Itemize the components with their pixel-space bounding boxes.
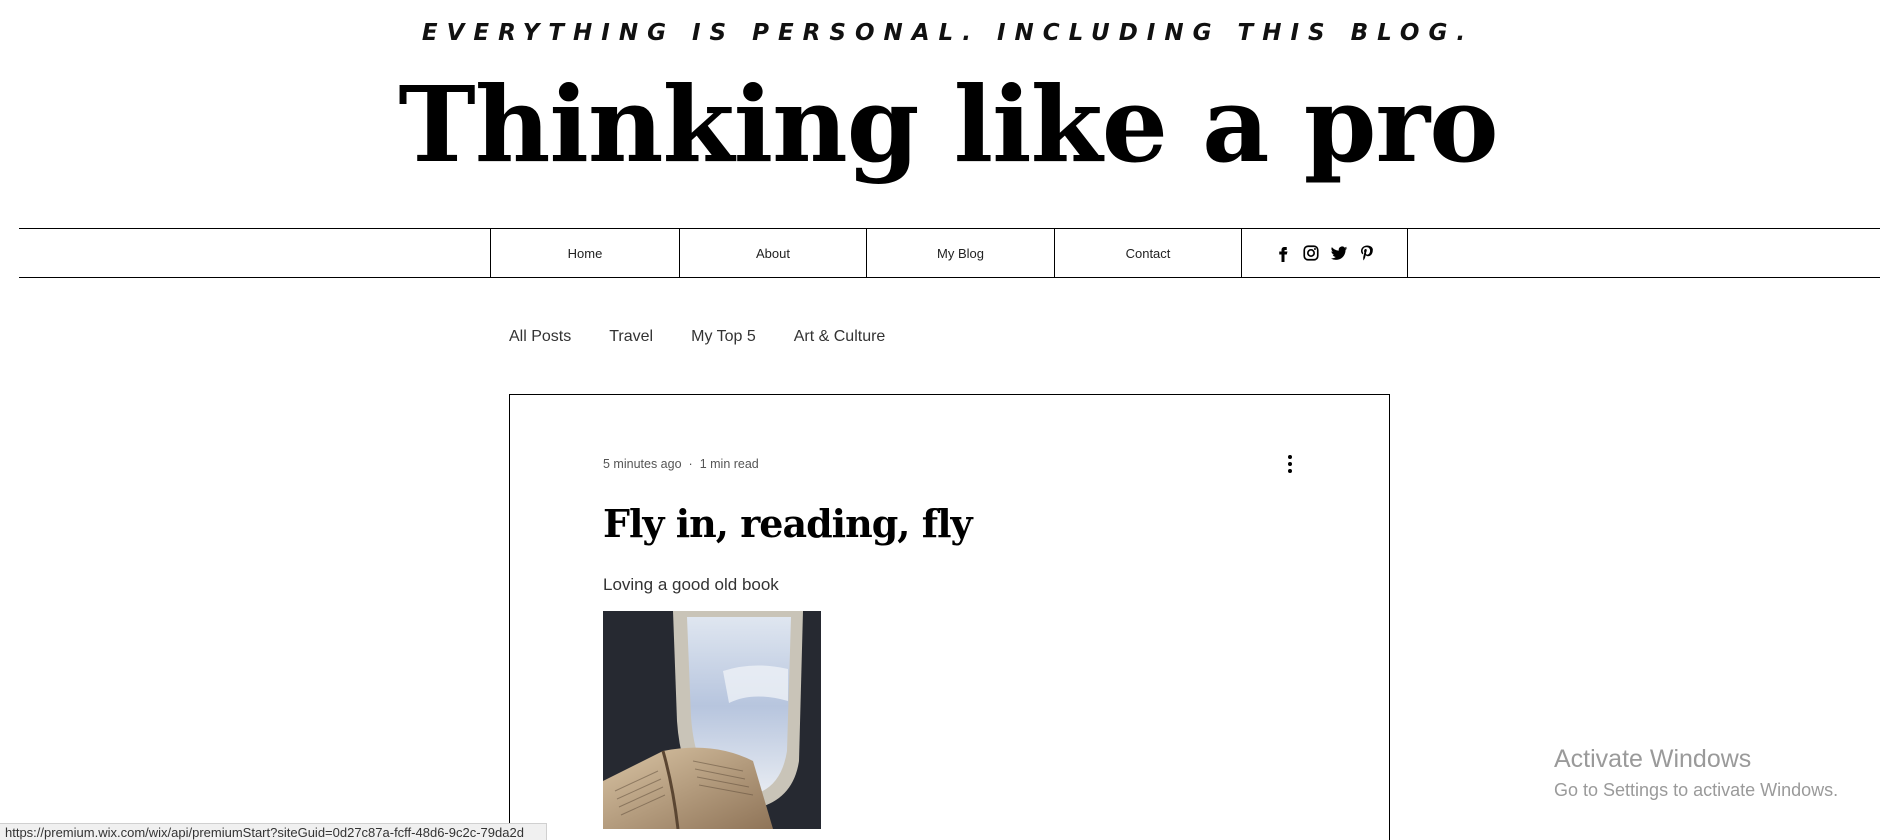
- menu-item-my-blog[interactable]: My Blog: [866, 228, 1054, 278]
- post-subtitle: Loving a good old book: [603, 575, 779, 594]
- status-bar-url: https://premium.wix.com/wix/api/premiumS…: [0, 823, 547, 840]
- category-menu: All Posts Travel My Top 5 Art & Culture: [509, 328, 885, 346]
- post-card[interactable]: 5 minutes ago · 1 min read Fly in, readi…: [509, 394, 1390, 840]
- post-cover-image[interactable]: [603, 611, 821, 829]
- post-meta: 5 minutes ago · 1 min read: [603, 457, 759, 471]
- menu-item-home[interactable]: Home: [490, 228, 679, 278]
- menu-item-contact[interactable]: Contact: [1054, 228, 1241, 278]
- main-menu: Home About My Blog Contact: [490, 228, 1408, 278]
- post-read-time: 1 min read: [699, 457, 759, 471]
- site-title[interactable]: Thinking like a pro: [0, 67, 1896, 182]
- windows-activation-watermark: Activate Windows Go to Settings to activ…: [1554, 745, 1838, 801]
- category-my-top-5[interactable]: My Top 5: [691, 328, 756, 346]
- category-all-posts[interactable]: All Posts: [509, 328, 571, 346]
- menu-item-about[interactable]: About: [679, 228, 866, 278]
- post-time-ago: 5 minutes ago: [603, 457, 682, 471]
- watermark-subtitle: Go to Settings to activate Windows.: [1554, 780, 1839, 800]
- social-bar: [1241, 228, 1408, 278]
- site-tagline: EVERYTHING IS PERSONAL. INCLUDING THIS B…: [421, 20, 1475, 46]
- instagram-icon[interactable]: [1302, 244, 1320, 262]
- blog-page: EVERYTHING IS PERSONAL. INCLUDING THIS B…: [0, 0, 1896, 840]
- meta-separator: ·: [688, 457, 693, 471]
- more-vertical-icon[interactable]: [1283, 453, 1297, 475]
- facebook-icon[interactable]: [1274, 244, 1292, 262]
- post-title[interactable]: Fly in, reading, fly: [603, 501, 973, 546]
- pinterest-icon[interactable]: [1358, 244, 1376, 262]
- category-travel[interactable]: Travel: [609, 328, 653, 346]
- watermark-title: Activate Windows: [1554, 745, 1752, 773]
- category-art-culture[interactable]: Art & Culture: [794, 328, 886, 346]
- twitter-icon[interactable]: [1330, 244, 1348, 262]
